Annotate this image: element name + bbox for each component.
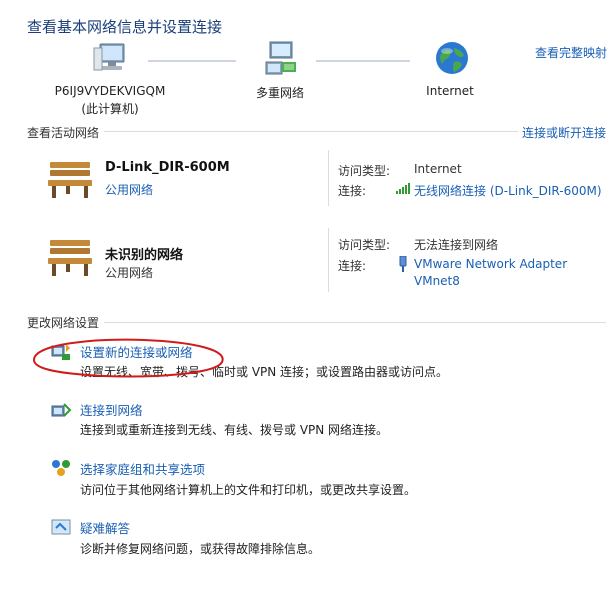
connect-disconnect-link[interactable]: 连接或断开连接 xyxy=(522,124,606,141)
wifi-signal-icon xyxy=(396,182,410,194)
internet-map-label: Internet xyxy=(426,84,474,98)
bench-icon xyxy=(46,160,94,200)
network-icon xyxy=(262,40,300,78)
connect-to-network-link[interactable]: 连接到网络 xyxy=(80,400,143,419)
computer-name: P6IJ9VYDEKVIGQM xyxy=(54,84,166,98)
network-map-label: 多重网络 xyxy=(255,86,304,100)
active-networks-heading: 查看活动网络 xyxy=(27,126,100,140)
wireless-connection-link[interactable]: 无线网络连接 (D-Link_DIR-600M) xyxy=(414,182,602,199)
access-type-label: 访问类型: xyxy=(338,238,391,252)
network-name: 未识别的网络 xyxy=(105,248,184,263)
connection-label: 连接: xyxy=(338,259,367,273)
network-type-link[interactable]: 公用网络 xyxy=(105,181,153,198)
homegroup-sharing-link[interactable]: 选择家庭组和共享选项 xyxy=(80,459,205,478)
access-type-label: 访问类型: xyxy=(338,164,391,178)
network-info-divider xyxy=(328,228,329,292)
vmware-adapter-link-line2[interactable]: VMnet8 xyxy=(414,274,460,288)
change-settings-heading: 更改网络设置 xyxy=(27,316,100,330)
connection-label: 连接: xyxy=(338,184,367,198)
view-full-map-link[interactable]: 查看完整映射 xyxy=(535,44,607,61)
globe-icon xyxy=(434,40,470,76)
access-type-value: Internet xyxy=(414,162,462,176)
troubleshoot-desc: 诊断并修复网络问题，或获得故障排除信息。 xyxy=(80,542,321,556)
network-info-divider xyxy=(328,150,329,206)
access-type-value: 无法连接到网络 xyxy=(414,238,499,252)
bench-icon xyxy=(46,238,94,278)
active-networks-divider xyxy=(104,131,518,132)
change-settings-divider xyxy=(104,322,606,323)
network-adapter-icon xyxy=(398,255,408,272)
page-title: 查看基本网络信息并设置连接 xyxy=(27,18,223,36)
vmware-adapter-link-line1[interactable]: VMware Network Adapter xyxy=(414,257,567,271)
annotation-ellipse xyxy=(24,334,234,382)
computer-icon xyxy=(92,42,130,76)
homegroup-icon xyxy=(50,458,72,478)
troubleshoot-icon xyxy=(50,518,72,538)
homegroup-sharing-desc: 访问位于其他网络计算机上的文件和打印机，或更改共享设置。 xyxy=(80,483,417,497)
map-line-network-internet xyxy=(316,60,410,62)
troubleshoot-link[interactable]: 疑难解答 xyxy=(80,518,130,537)
computer-subtitle: (此计算机) xyxy=(81,102,139,116)
network-name: D-Link_DIR-600M xyxy=(105,160,230,175)
map-line-computer-network xyxy=(148,60,236,62)
connect-to-network-desc: 连接到或重新连接到无线、有线、拨号或 VPN 网络连接。 xyxy=(80,423,389,437)
network-type-text: 公用网络 xyxy=(105,266,154,280)
connect-network-icon xyxy=(50,400,72,420)
